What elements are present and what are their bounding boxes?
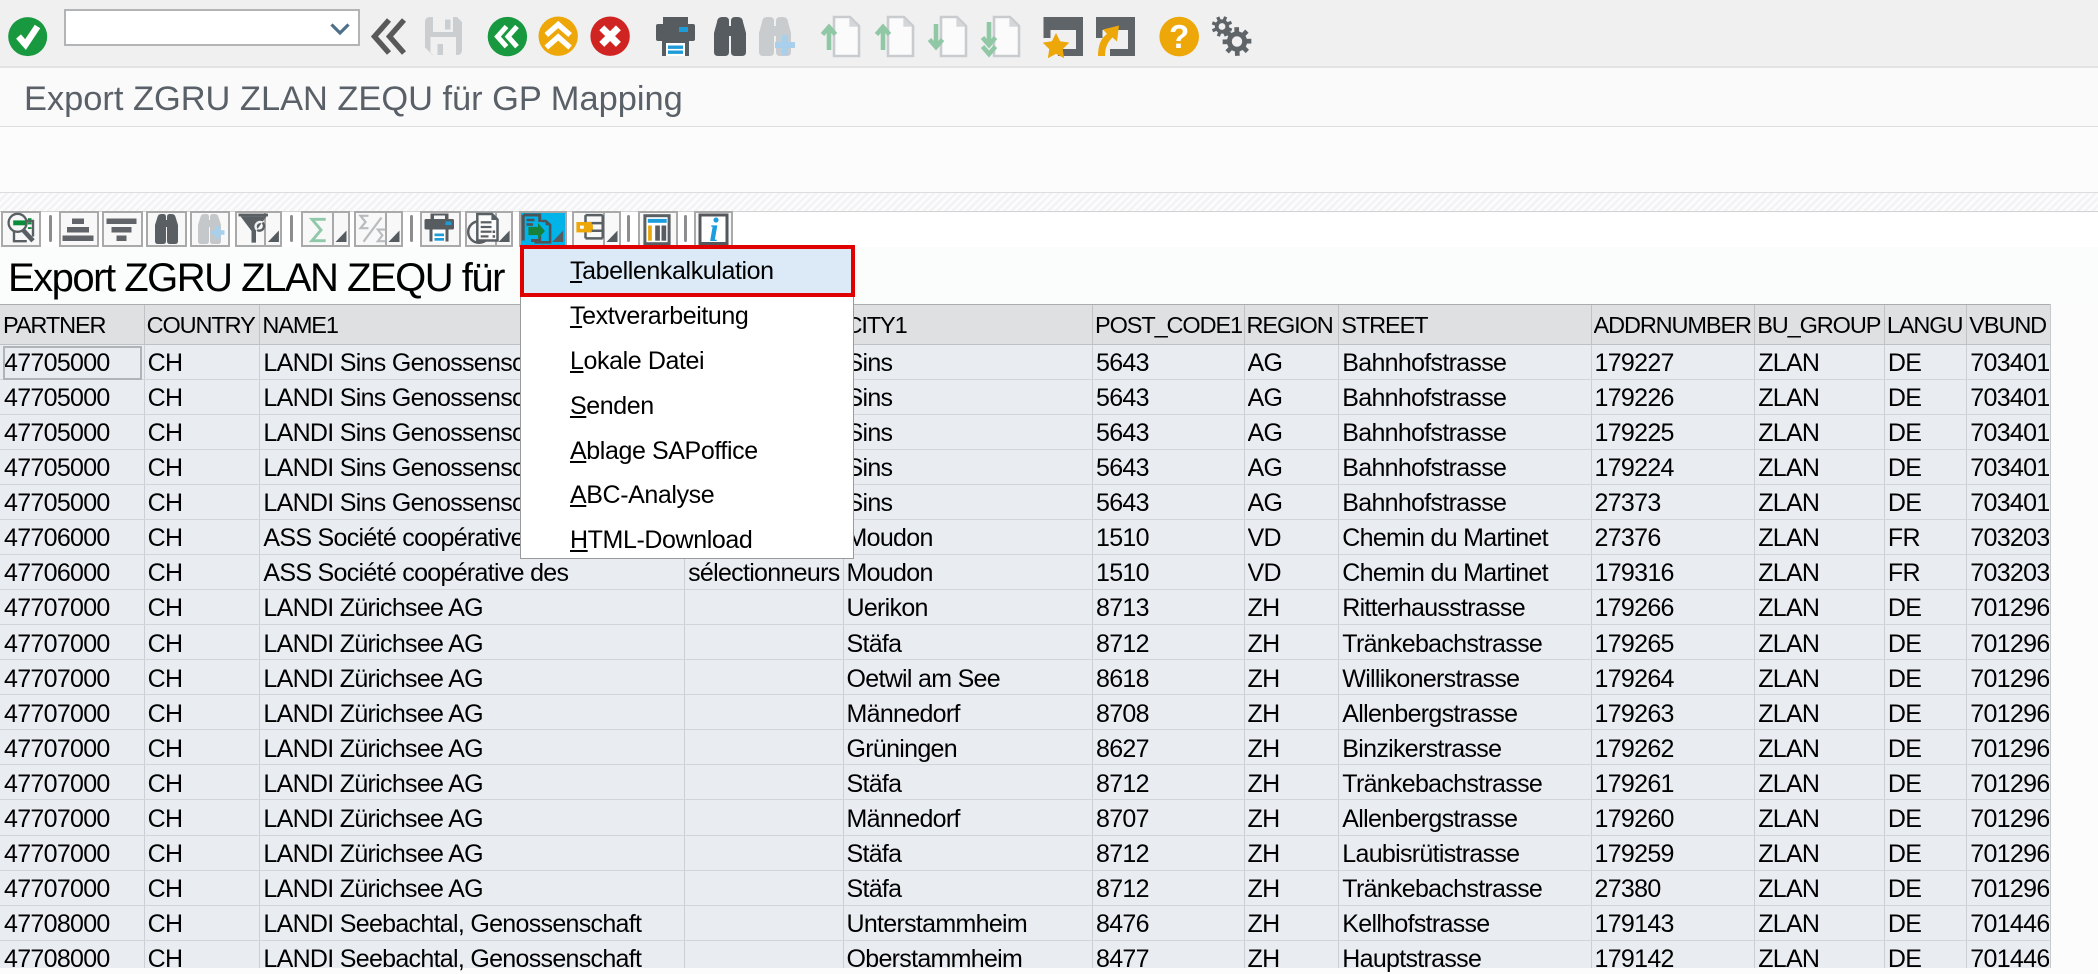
svg-text:i: i (709, 212, 719, 247)
svg-text:?: ? (1169, 18, 1189, 55)
